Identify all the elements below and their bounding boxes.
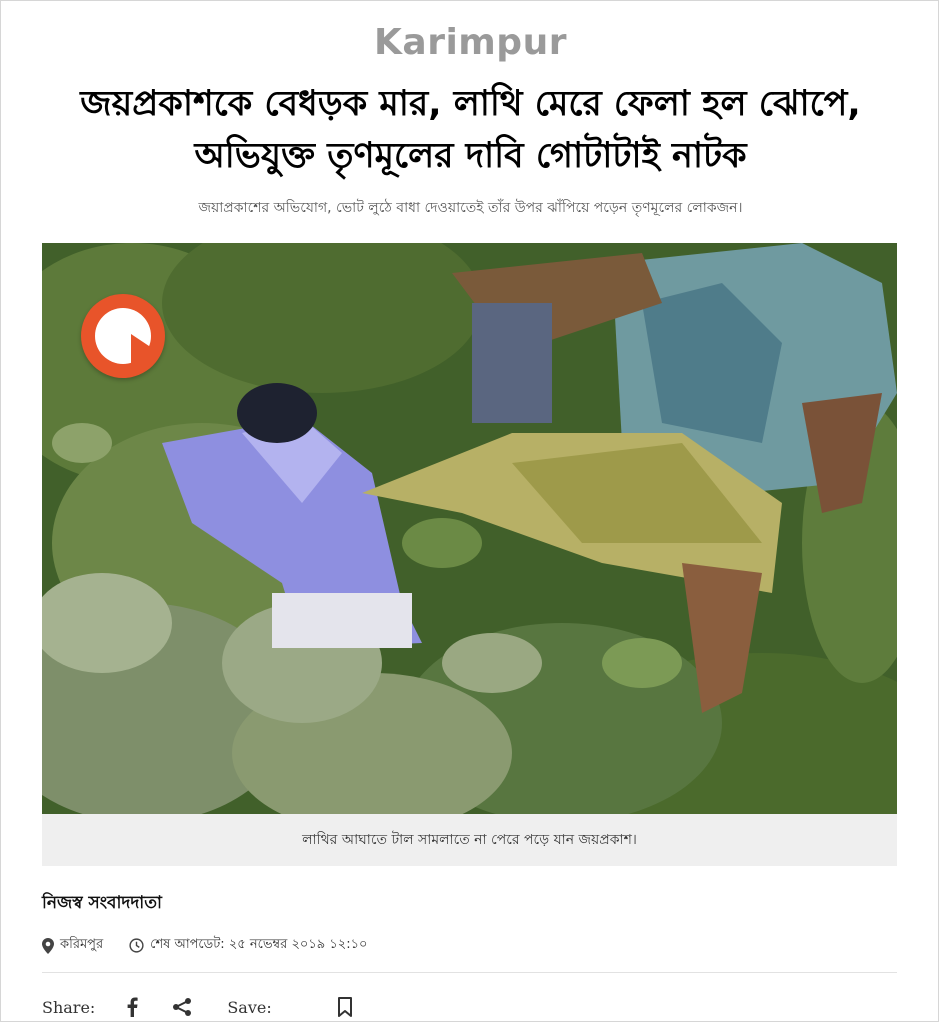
video-play-button[interactable] <box>81 294 165 378</box>
video-frame-image <box>42 243 897 814</box>
updated-text: শেষ আপডেট: ২৫ নভেম্বর ২০১৯ ১২:১০ <box>150 937 368 952</box>
share-label: Share: <box>42 997 96 1017</box>
subheadline: জয়াপ্রকাশের অভিযোগ, ভোট লুঠে বাধা দেওয়… <box>198 200 743 216</box>
location-pin-icon <box>42 937 54 954</box>
share-icon[interactable] <box>169 994 195 1020</box>
video-thumbnail[interactable] <box>42 243 897 814</box>
article-meta: করিমপুর শেষ আপডেট: ২৫ নভেম্বর ২০১৯ ১২:১০ <box>42 935 394 956</box>
clock-icon <box>129 938 144 953</box>
headline: জয়প্রকাশকে বেধড়ক মার, লাথি মেরে ফেলা হ… <box>30 78 911 182</box>
section-tag[interactable]: Karimpur <box>0 22 941 63</box>
byline[interactable]: নিজস্ব সংবাদদাতা <box>42 890 162 918</box>
headline-line-1: জয়প্রকাশকে বেধড়ক মার, লাথি মেরে ফেলা হ… <box>80 84 861 124</box>
divider <box>42 972 897 973</box>
share-bar: Share: Save: <box>42 994 382 1020</box>
location-text: করিমপুর <box>60 937 104 952</box>
updated-item: শেষ আপডেট: ২৫ নভেম্বর ২০১৯ ১২:১০ <box>129 935 368 956</box>
bookmark-icon[interactable] <box>332 994 358 1020</box>
play-icon <box>95 308 155 366</box>
image-caption: লাথির আঘাতে টাল সামলাতে না পেরে পড়ে যান… <box>42 814 897 866</box>
save-label: Save: <box>227 997 272 1017</box>
headline-line-2: অভিযুক্ত তৃণমূলের দাবি গোটাটাই নাটক <box>194 136 747 176</box>
location-item: করিমপুর <box>42 935 103 956</box>
facebook-icon[interactable] <box>119 994 145 1020</box>
